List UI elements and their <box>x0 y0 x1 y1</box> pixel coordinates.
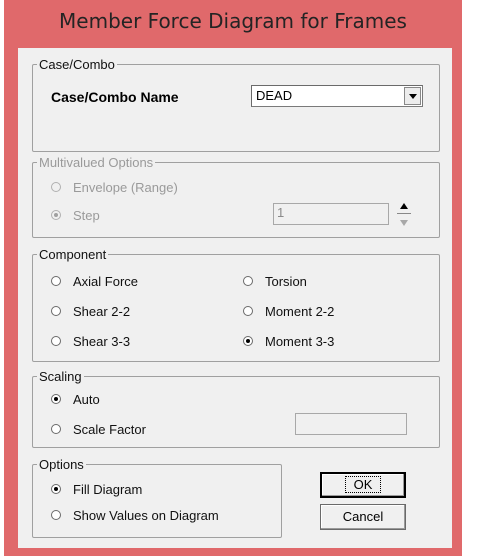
shear-3-3-radio[interactable]: Shear 3-3 <box>51 333 130 349</box>
options-group-label: Options <box>37 457 86 472</box>
step-input[interactable]: 1 <box>273 203 389 225</box>
dialog-title: Member Force Diagram for Frames <box>59 9 407 33</box>
scale-factor-input[interactable] <box>295 413 407 435</box>
auto-label: Auto <box>73 391 100 407</box>
radio-indicator <box>51 210 61 220</box>
scaling-group: Scaling Auto Scale Factor <box>32 369 440 448</box>
radio-indicator <box>51 510 61 520</box>
radio-indicator <box>51 484 61 494</box>
ok-button[interactable]: OK <box>320 472 406 498</box>
fill-diagram-radio[interactable]: Fill Diagram <box>51 481 142 497</box>
case-combo-group: Case/Combo Case/Combo Name DEAD <box>32 57 440 152</box>
spin-up-icon[interactable] <box>397 200 411 214</box>
radio-indicator <box>51 424 61 434</box>
radio-indicator <box>51 306 61 316</box>
radio-indicator <box>51 394 61 404</box>
scaling-group-label: Scaling <box>37 369 84 384</box>
multivalued-options-group-label: Multivalued Options <box>37 155 156 170</box>
step-spinner[interactable] <box>397 200 411 230</box>
multivalued-options-group: Multivalued Options Envelope (Range) Ste… <box>32 155 440 238</box>
component-group-label: Component <box>37 247 109 262</box>
radio-indicator <box>243 306 253 316</box>
fill-diagram-label: Fill Diagram <box>73 481 143 497</box>
radio-indicator <box>51 276 61 286</box>
show-values-radio[interactable]: Show Values on Diagram <box>51 507 219 523</box>
show-values-label: Show Values on Diagram <box>73 507 219 523</box>
envelope-radio[interactable]: Envelope (Range) <box>51 179 178 195</box>
ok-button-label: OK <box>344 476 382 493</box>
radio-indicator <box>243 336 253 346</box>
radio-indicator <box>51 336 61 346</box>
torsion-radio[interactable]: Torsion <box>243 273 307 289</box>
scale-factor-radio[interactable]: Scale Factor <box>51 421 146 437</box>
moment-3-3-label: Moment 3-3 <box>265 333 335 349</box>
scale-factor-label: Scale Factor <box>73 421 146 437</box>
case-combo-select[interactable]: DEAD <box>251 85 423 107</box>
radio-indicator <box>51 182 61 192</box>
cancel-button[interactable]: Cancel <box>320 504 406 530</box>
case-combo-selected-value: DEAD <box>256 88 293 103</box>
step-radio[interactable]: Step <box>51 207 100 223</box>
options-group: Options Fill Diagram Show Values on Diag… <box>32 457 282 538</box>
torsion-label: Torsion <box>265 273 307 289</box>
dialog-window: Member Force Diagram for Frames Case/Com… <box>4 0 462 556</box>
step-radio-label: Step <box>73 207 100 223</box>
envelope-radio-label: Envelope (Range) <box>73 179 178 195</box>
shear-3-3-label: Shear 3-3 <box>73 333 131 349</box>
moment-2-2-radio[interactable]: Moment 2-2 <box>243 303 334 319</box>
dialog-client-area: Case/Combo Case/Combo Name DEAD Multival… <box>18 48 452 548</box>
chevron-down-icon[interactable] <box>404 87 421 105</box>
moment-3-3-radio[interactable]: Moment 3-3 <box>243 333 334 349</box>
case-combo-name-label: Case/Combo Name <box>51 89 179 105</box>
component-group: Component Axial Force Torsion Shear 2-2 … <box>32 247 440 362</box>
moment-2-2-label: Moment 2-2 <box>265 303 335 319</box>
shear-2-2-radio[interactable]: Shear 2-2 <box>51 303 130 319</box>
spin-down-icon[interactable] <box>397 216 411 230</box>
radio-indicator <box>243 276 253 286</box>
shear-2-2-label: Shear 2-2 <box>73 303 131 319</box>
axial-force-label: Axial Force <box>73 273 139 289</box>
auto-radio[interactable]: Auto <box>51 391 100 407</box>
case-combo-group-label: Case/Combo <box>37 57 117 72</box>
axial-force-radio[interactable]: Axial Force <box>51 273 138 289</box>
